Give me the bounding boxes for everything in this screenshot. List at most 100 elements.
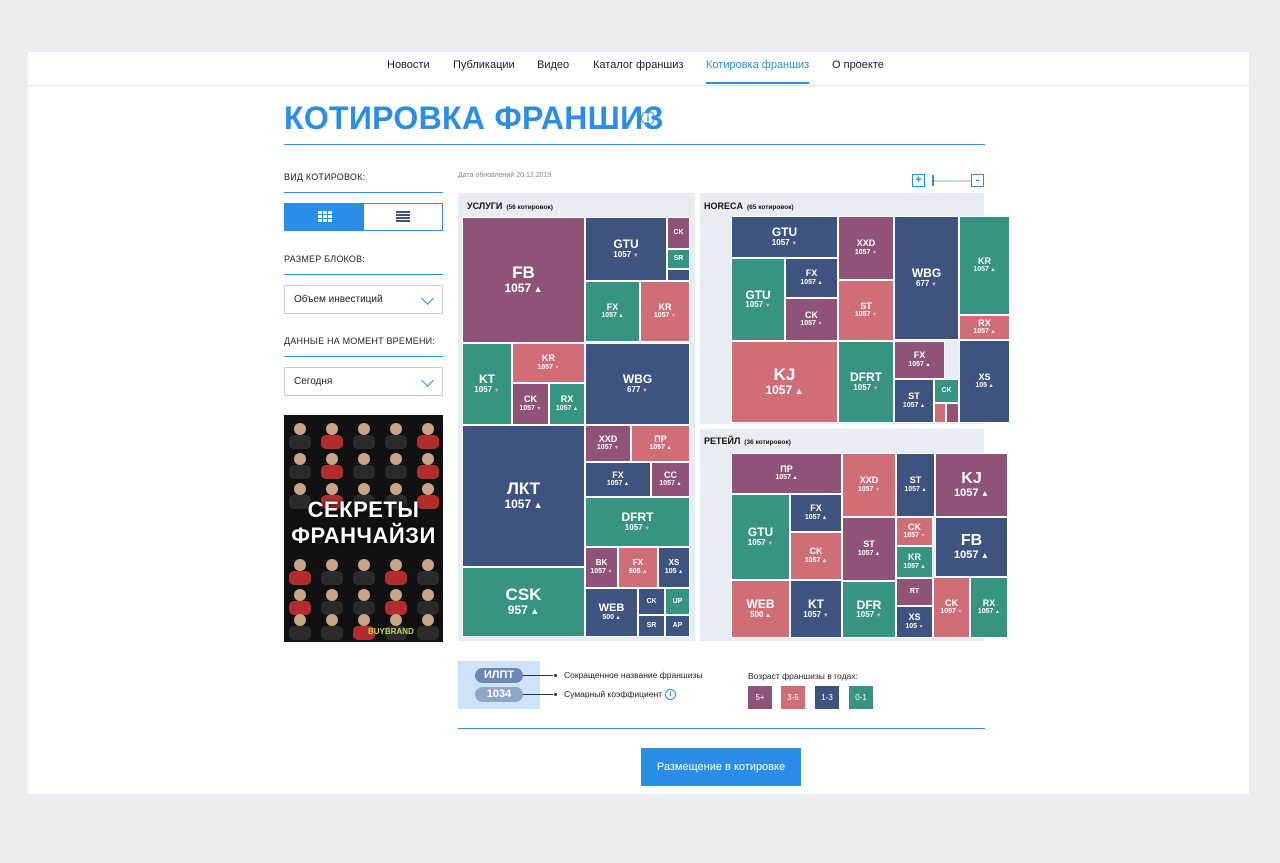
zoom-in-button[interactable]: + [912,174,925,187]
list-view-button[interactable] [364,204,442,230]
panel-retail: РЕТЕЙЛ(36 котировок) ПР1057XXD1057ST1057… [700,429,1008,641]
tile-up[interactable]: UP [665,588,690,615]
placement-button[interactable]: Размещение в котировке [641,748,801,786]
info-icon[interactable]: i [665,689,676,700]
zoom-slider-thumb[interactable] [932,175,934,186]
tile-st[interactable]: ST 1057 [842,517,896,581]
tile-rt[interactable]: RT [896,578,933,606]
tile-gtu[interactable]: GTU 1057 [731,216,838,258]
grid-view-button[interactable] [285,204,364,230]
tile-web[interactable]: WEB 500 [585,588,638,637]
tile-dfrt[interactable]: DFRT 1057 [838,341,894,423]
tile-xs[interactable]: XS 105 [658,547,690,588]
tile-wbg[interactable]: WBG 677 [894,216,959,340]
info-icon[interactable]: i [641,111,655,125]
tile-fx[interactable]: FX 1057 [894,341,945,379]
tile-ck[interactable]: CK 1057 [790,532,842,580]
tile-value: 1057 [908,361,930,369]
tile-ck[interactable]: CK 1057 [933,577,970,638]
tile-dfrt[interactable]: DFRT 1057 [585,497,690,547]
tile-пр[interactable]: ПР 1057 [631,425,690,462]
tile-name: WEB [746,597,775,612]
tile-kr[interactable]: KR 1057 [896,546,933,578]
tile-name: KR [978,255,991,266]
tile-blank[interactable] [946,403,959,423]
ad-banner[interactable]: СЕКРЕТЫ ФРАНЧАЙЗИ BUYBRAND [284,415,443,642]
tile-name: FX [805,268,818,279]
zoom-out-button[interactable]: - [971,174,984,187]
nav-quotes[interactable]: Котировка франшиз [706,52,810,84]
tile-sr[interactable]: SR [667,249,690,269]
nav-catalog[interactable]: Каталог франшиз [593,52,683,84]
nav-about[interactable]: О проекте [832,52,884,84]
tile-kr[interactable]: KR 1057 [640,281,690,342]
tile-ck[interactable]: CK [667,217,690,249]
panel-title: РЕТЕЙЛ (36 котировок) [704,436,791,446]
tile-csk[interactable]: CSK 957 [462,567,585,637]
tile-value: 1057 [625,523,650,533]
tile-cc[interactable]: CC 1057 [651,462,690,497]
tile-web[interactable]: WEB 500 [731,580,790,638]
tile-st[interactable]: ST 1057 [894,379,934,423]
tile-blank[interactable] [667,269,690,281]
tile-fx[interactable]: FX 605 [618,547,658,588]
tile-rx[interactable]: RX 1057 [549,383,585,425]
tile-fb[interactable]: FB 1057 [462,217,585,343]
tile-blank[interactable] [934,403,946,423]
tile-лкт[interactable]: ЛКТ 1057 [462,425,585,567]
tile-fx[interactable]: FX 1057 [790,494,842,532]
tile-sr[interactable]: SR [638,615,665,637]
tile-ck[interactable]: CK 1057 [785,298,838,341]
zoom-slider[interactable] [933,180,971,182]
tile-st[interactable]: ST 1057 [896,453,935,517]
tile-fb[interactable]: FB 1057 [935,517,1008,577]
legend-name-pill: ИЛПТ [475,668,523,683]
tile-name: CK [908,521,921,532]
tile-gtu[interactable]: GTU 1057 [731,258,785,341]
tile-gtu[interactable]: GTU 1057 [585,217,667,281]
tile-ck[interactable]: CK [934,379,959,403]
tile-xxd[interactable]: XXD 1057 [842,453,896,517]
tile-name: ST [908,391,920,402]
tile-gtu[interactable]: GTU 1057 [731,494,790,580]
tile-fx[interactable]: FX 1057 [585,462,651,497]
tile-kr[interactable]: KR 1057 [959,216,1010,315]
tile-ap[interactable]: AP [665,615,690,637]
tile-rx[interactable]: RX 1057 [970,577,1008,638]
time-select-value: Сегодня [294,376,333,387]
tile-bk[interactable]: BK 1057 [585,547,618,588]
tile-xs[interactable]: XS 105 [959,340,1010,423]
nav-publications[interactable]: Публикации [453,52,515,84]
tile-xxd[interactable]: XXD 1057 [585,425,631,462]
tile-name: AP [672,622,683,630]
tile-st[interactable]: ST 1057 [838,280,894,341]
tile-name: FB [960,531,983,549]
nav-news[interactable]: Новости [387,52,430,84]
time-select[interactable]: Сегодня [284,367,443,396]
tile-dfr[interactable]: DFR 1057 [842,581,896,638]
tile-ck[interactable]: CK [638,588,665,615]
tile-kj[interactable]: KJ 1057 [935,453,1008,517]
tile-wbg[interactable]: WBG 677 [585,343,690,425]
tile-kj[interactable]: KJ 1057 [731,341,838,423]
tile-ck[interactable]: CK 1057 [896,517,933,546]
tile-fx[interactable]: FX 1057 [785,258,838,298]
tile-name: XS [978,371,991,382]
tile-xxd[interactable]: XXD 1057 [838,216,894,280]
tile-пр[interactable]: ПР 1057 [731,453,842,494]
tile-ck[interactable]: CK 1057 [512,383,549,425]
tile-xs[interactable]: XS 105 [896,606,933,638]
tile-value: 1057 [973,266,995,274]
page: Новости Публикации Видео Каталог франшиз… [28,52,1249,794]
size-select[interactable]: Объем инвестиций [284,285,443,314]
nav-video[interactable]: Видео [537,52,569,84]
tile-kt[interactable]: KT 1057 [462,343,512,425]
tile-value: 1057 [954,487,989,499]
tile-rx[interactable]: RX 1057 [959,315,1010,340]
tile-kr[interactable]: KR 1057 [512,343,585,383]
tile-name: ЛКТ [506,479,541,499]
legend-value-desc: Сумарный коэффициент [564,689,663,699]
tile-fx[interactable]: FX 1057 [585,281,640,342]
tile-kt[interactable]: KT 1057 [790,580,842,638]
tile-name: ПР [780,463,793,474]
